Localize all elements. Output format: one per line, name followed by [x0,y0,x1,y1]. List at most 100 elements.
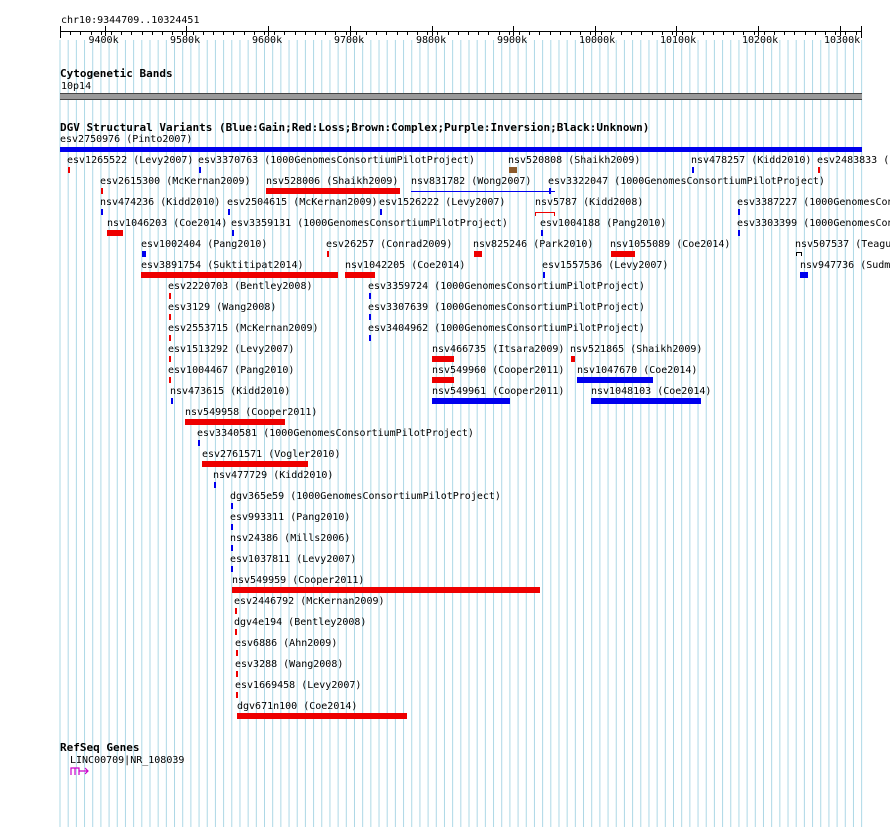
ruler-minor-tick [60,31,61,35]
dgv-feature-glyph[interactable] [236,692,238,698]
dgv-feature-label: nsv528006 (Shaikh2009) [266,176,399,187]
ruler-minor-tick [376,31,378,35]
ruler-minor-tick [549,31,551,35]
dgv-feature-glyph[interactable] [543,272,545,278]
dgv-feature-label: esv3340581 (1000GenomesConsortiumPilotPr… [197,428,474,439]
dgv-feature-glyph[interactable] [199,167,201,173]
dgv-feature-glyph[interactable] [738,209,740,215]
dgv-feature-label: esv26257 (Conrad2009) [326,239,453,250]
dgv-feature-glyph[interactable] [369,314,371,320]
dgv-feature-glyph[interactable] [571,356,575,362]
dgv-feature-glyph[interactable] [236,650,238,656]
dgv-feature-glyph[interactable] [185,419,285,425]
dgv-feature-glyph[interactable] [235,629,237,635]
ruler-minor-tick [233,31,235,35]
dgv-feature-glyph[interactable] [231,524,233,530]
ruler-minor-tick [396,31,398,35]
dgv-feature-glyph[interactable] [237,713,407,719]
ruler-end [861,26,862,38]
ruler-tick-label: 10000k [579,35,616,46]
dgv-feature-glyph[interactable] [432,398,510,404]
ruler-minor-tick [468,31,469,35]
dgv-feature-label: nsv477729 (Kidd2010) [213,470,334,481]
dgv-feature-glyph[interactable] [214,482,216,488]
dgv-feature-glyph[interactable] [171,398,173,404]
dgv-feature-glyph[interactable] [474,251,482,257]
dgv-feature-label: esv1669458 (Levy2007) [235,680,362,691]
dgv-feature-glyph[interactable] [169,335,171,341]
dgv-feature-glyph[interactable] [101,209,103,215]
position-label: chr10:9344709..10324451 [61,15,200,26]
ruler-minor-tick [712,31,714,35]
dgv-feature-label: nsv1047670 (Coe2014) [577,365,698,376]
dgv-feature-glyph[interactable] [169,314,171,320]
ruler-minor-tick [304,31,306,35]
dgv-feature-label: nsv520808 (Shaikh2009) [508,155,641,166]
dgv-feature-glyph[interactable] [800,272,808,278]
dgv-feature-label: esv3288 (Wang2008) [235,659,344,670]
dgv-feature-glyph[interactable] [231,545,233,551]
dgv-feature-glyph[interactable] [327,251,329,257]
dgv-feature-label: nsv521865 (Shaikh2009) [570,344,703,355]
dgv-feature-glyph[interactable] [411,191,555,192]
ruler-axis [60,31,862,32]
dgv-feature-glyph[interactable] [509,167,517,173]
dgv-feature-label: nsv466735 (Itsara2009) [432,344,565,355]
dgv-feature-glyph[interactable] [107,230,123,236]
dgv-feature-glyph[interactable] [202,461,308,467]
ruler-minor-tick [539,31,541,35]
dgv-feature-glyph[interactable] [345,272,375,278]
ruler-minor-tick [315,31,316,35]
dgv-feature-glyph[interactable] [577,377,653,383]
dgv-feature-glyph[interactable] [198,440,200,446]
dgv-feature-glyph[interactable] [432,356,454,362]
dgv-feature-glyph[interactable] [541,230,543,236]
dgv-feature-label: esv2750976 (Pinto2007) [60,134,193,145]
dgv-feature-glyph[interactable] [228,209,230,215]
dgv-feature-glyph[interactable] [231,503,233,509]
dgv-feature-glyph[interactable] [169,293,171,299]
dgv-feature-glyph[interactable] [380,209,382,215]
dgv-feature-glyph[interactable] [611,251,635,257]
ruler-minor-tick [406,31,408,35]
dgv-feature-glyph[interactable] [235,608,237,614]
dgv-feature-glyph[interactable] [142,251,146,257]
dgv-feature-label: nsv507537 (Teagu [795,239,890,250]
ruler-minor-tick [814,31,816,35]
dgv-feature-label: nsv825246 (Park2010) [473,239,594,250]
dgv-feature-glyph[interactable] [231,566,233,572]
dgv-feature-glyph[interactable] [169,377,171,383]
dgv-feature-glyph[interactable] [738,230,740,236]
dgv-feature-glyph[interactable] [591,398,701,404]
dgv-feature-glyph[interactable] [68,167,70,173]
dgv-feature-glyph[interactable] [236,671,238,677]
cytoband-label: 10p14 [61,81,92,92]
ruler-minor-tick [488,31,490,35]
dgv-feature-label: esv3891754 (Suktitipat2014) [141,260,304,271]
ruler-minor-tick [804,31,806,35]
ruler-minor-tick [121,31,123,35]
dgv-feature-label: esv2446792 (McKernan2009) [234,596,385,607]
refseq-gene-glyph[interactable] [70,766,90,776]
dgv-feature-glyph[interactable] [818,167,820,173]
dgv-feature-label: esv1037811 (Levy2007) [230,554,357,565]
dgv-feature-glyph[interactable] [692,167,694,173]
ruler-minor-tick [457,31,459,35]
dgv-feature-glyph[interactable] [549,188,551,194]
dgv-feature-glyph[interactable] [535,212,555,216]
dgv-feature-glyph[interactable] [169,356,171,362]
dgv-feature-glyph[interactable] [369,293,371,299]
dgv-feature-glyph[interactable] [432,377,454,383]
dgv-feature-glyph[interactable] [796,252,802,256]
dgv-feature-glyph[interactable] [101,188,103,194]
dgv-feature-glyph[interactable] [60,147,862,152]
ruler-minor-tick [447,31,449,35]
dgv-feature-label: esv2553715 (McKernan2009) [168,323,319,334]
dgv-feature-label: esv3359131 (1000GenomesConsortiumPilotPr… [231,218,508,229]
dgv-feature-glyph[interactable] [141,272,338,278]
dgv-feature-glyph[interactable] [369,335,371,341]
dgv-feature-glyph[interactable] [232,230,234,236]
dgv-feature-glyph[interactable] [232,587,540,593]
cytoband-bar[interactable] [60,93,862,100]
dgv-feature-glyph[interactable] [266,188,400,194]
